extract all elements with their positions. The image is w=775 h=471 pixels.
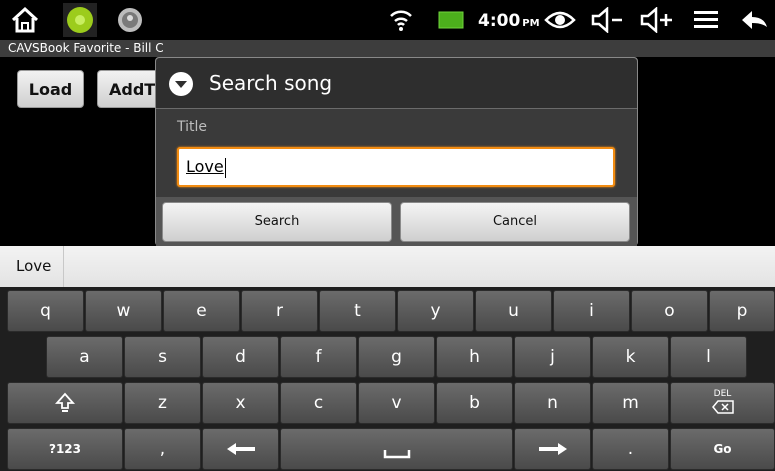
suggestion-strip: Love [0, 246, 775, 287]
key-s[interactable]: s [124, 336, 201, 378]
key-t[interactable]: t [319, 290, 396, 332]
volume-up-icon[interactable] [638, 4, 674, 36]
key-l[interactable]: l [670, 336, 747, 378]
key-x[interactable]: x [202, 382, 279, 424]
key-e[interactable]: e [163, 290, 240, 332]
delete-key[interactable]: DEL [670, 382, 775, 424]
key-q[interactable]: q [7, 290, 84, 332]
key-k[interactable]: k [592, 336, 669, 378]
delete-label: DEL [713, 389, 732, 399]
key-n[interactable]: n [514, 382, 591, 424]
key-m[interactable]: m [592, 382, 669, 424]
comma-key[interactable]: , [124, 428, 201, 470]
battery-icon [436, 4, 466, 36]
title-field-label: Title [177, 119, 208, 135]
app-icon-gray[interactable] [114, 4, 146, 36]
key-b[interactable]: b [436, 382, 513, 424]
back-icon[interactable] [738, 4, 772, 36]
home-icon[interactable] [8, 4, 42, 36]
period-key[interactable]: . [592, 428, 669, 470]
cancel-button[interactable]: Cancel [400, 202, 630, 242]
eye-icon[interactable] [543, 4, 577, 36]
title-input[interactable]: Love [177, 147, 615, 187]
backspace-icon [711, 400, 734, 414]
space-key[interactable] [280, 428, 513, 470]
key-f[interactable]: f [280, 336, 357, 378]
symbols-key[interactable]: ?123 [7, 428, 123, 470]
soft-keyboard: q w e r t y u i o p a s d f g h j k l z … [0, 287, 775, 471]
menu-icon[interactable] [690, 4, 722, 36]
app-title-bar: CAVSBook Favorite - Bill C [0, 40, 775, 57]
key-z[interactable]: z [124, 382, 201, 424]
cursor-right-key[interactable] [514, 428, 591, 470]
key-d[interactable]: d [202, 336, 279, 378]
key-c[interactable]: c [280, 382, 357, 424]
key-p[interactable]: p [709, 290, 775, 332]
search-song-dialog: Search song Title Love Search Cancel [155, 57, 638, 246]
key-y[interactable]: y [397, 290, 474, 332]
shift-icon [54, 392, 76, 412]
dialog-body: Title Love [156, 109, 637, 197]
load-button[interactable]: Load [17, 70, 84, 108]
cursor-left-key[interactable] [202, 428, 279, 470]
wifi-icon [386, 4, 416, 36]
addt-button[interactable]: AddT [97, 70, 161, 108]
dialog-title: Search song [209, 71, 333, 95]
status-bar: 4:00 PM [0, 0, 775, 40]
dialog-header: Search song [156, 58, 637, 109]
key-g[interactable]: g [358, 336, 435, 378]
key-j[interactable]: j [514, 336, 591, 378]
key-w[interactable]: w [85, 290, 162, 332]
clock: 4:00 PM [478, 11, 540, 31]
app-icon-green[interactable] [62, 3, 98, 37]
key-i[interactable]: i [553, 290, 630, 332]
volume-down-icon[interactable] [589, 4, 625, 36]
space-icon [383, 450, 410, 459]
go-key[interactable]: Go [670, 428, 775, 470]
key-o[interactable]: o [631, 290, 708, 332]
suggestion-word[interactable]: Love [0, 246, 64, 287]
shift-key[interactable] [7, 382, 123, 424]
key-u[interactable]: u [475, 290, 552, 332]
app-title: CAVSBook Favorite - Bill C [8, 41, 164, 55]
dialog-footer: Search Cancel [156, 198, 637, 246]
key-v[interactable]: v [358, 382, 435, 424]
key-r[interactable]: r [241, 290, 318, 332]
arrow-right-icon [538, 443, 567, 455]
key-a[interactable]: a [46, 336, 123, 378]
text-caret [224, 157, 226, 178]
arrow-left-icon [226, 443, 255, 455]
key-h[interactable]: h [436, 336, 513, 378]
search-button[interactable]: Search [162, 202, 392, 242]
dropdown-circle-icon [169, 72, 193, 96]
